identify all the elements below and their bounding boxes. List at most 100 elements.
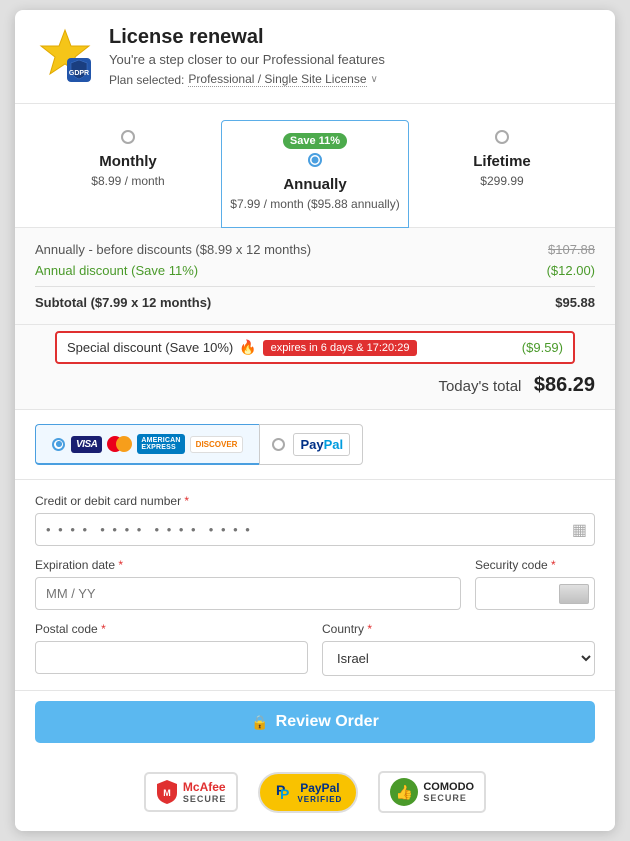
lifetime-tab-name: Lifetime (417, 153, 587, 170)
fire-icon: 🔥 (239, 339, 256, 356)
expiry-security-row: Expiration date * Security code * (35, 558, 595, 610)
annually-tab-price: $7.99 / month ($95.88 annually) (230, 197, 399, 211)
paypal-verified-top: PayPal (300, 781, 339, 795)
license-renewal-card: GDPR License renewal You're a step close… (15, 10, 615, 831)
svg-text:GDPR: GDPR (69, 70, 89, 77)
security-card-icon (559, 584, 589, 604)
total-section: Today's total $86.29 (15, 364, 615, 410)
mcafee-sub: SECURE (183, 794, 227, 804)
security-input-wrapper (475, 577, 595, 610)
postal-country-row: Postal code * Country * Israel United St… (35, 622, 595, 676)
special-discount-wrapper: Special discount (Save 10%) 🔥 expires in… (15, 325, 615, 364)
cc-radio (52, 438, 65, 451)
annual-discount-row: Annual discount (Save 11%) ($12.00) (35, 263, 595, 278)
product-icon: GDPR (35, 26, 95, 86)
payment-section: VISA AMERICANEXPRESS DISCOVER PayPal (15, 410, 615, 480)
payment-tab-paypal[interactable]: PayPal (259, 424, 363, 465)
special-discount-label: Special discount (Save 10%) (67, 340, 233, 355)
header-text: License renewal You're a step closer to … (109, 26, 385, 87)
plan-tabs: Monthly $8.99 / month Save 11% Annually … (15, 104, 615, 228)
page-title: License renewal (109, 26, 385, 49)
mcafee-text: McAfee SECURE (183, 780, 227, 804)
card-required: * (184, 494, 189, 508)
header-subtitle: You're a step closer to our Professional… (109, 52, 385, 67)
paypal-logo: PayPal (293, 433, 350, 456)
lifetime-tab-price: $299.99 (480, 174, 523, 188)
postal-label: Postal code * (35, 622, 308, 636)
monthly-tab-price: $8.99 / month (91, 174, 164, 188)
annual-discount-amount: ($12.00) (547, 263, 595, 278)
expires-badge: expires in 6 days & 17:20:29 (263, 340, 418, 356)
card-number-label: Credit or debit card number * (35, 494, 595, 508)
review-section: 🔒 Review Order (15, 691, 615, 757)
cc-logos: VISA AMERICANEXPRESS DISCOVER (71, 434, 243, 454)
expiry-label: Expiration date * (35, 558, 461, 572)
visa-logo: VISA (71, 436, 102, 453)
subtotal-amount: $95.88 (555, 295, 595, 310)
paypal-verified-badge: P P PayPal VERIFIED (258, 772, 358, 813)
postal-group: Postal code * (35, 622, 308, 676)
subtotal-label: Subtotal ($7.99 x 12 months) (35, 295, 211, 310)
plan-tab-lifetime[interactable]: Lifetime $299.99 (409, 120, 595, 227)
before-discount-label: Annually - before discounts ($8.99 x 12 … (35, 242, 311, 257)
postal-input[interactable] (35, 641, 308, 674)
comodo-badge: 👍 COMODO SECURE (378, 771, 486, 813)
pricing-section: Annually - before discounts ($8.99 x 12 … (15, 228, 615, 325)
chevron-down-icon: ∨ (371, 74, 378, 85)
before-discount-row: Annually - before discounts ($8.99 x 12 … (35, 242, 595, 257)
comodo-text: COMODO SECURE (423, 781, 474, 803)
plan-tab-monthly[interactable]: Monthly $8.99 / month (35, 120, 221, 227)
plan-selected-value[interactable]: Professional / Single Site License (188, 72, 366, 87)
security-group: Security code * (475, 558, 595, 610)
card-type-icon: ▦ (572, 520, 587, 540)
special-discount-amount: ($9.59) (522, 340, 563, 355)
lifetime-radio (495, 130, 509, 144)
country-select[interactable]: Israel United States United Kingdom Germ… (322, 641, 595, 676)
subtotal-row: Subtotal ($7.99 x 12 months) $95.88 (35, 295, 595, 310)
mcafee-shield-icon: M (156, 779, 178, 805)
plan-selected: Plan selected: Professional / Single Sit… (109, 72, 385, 87)
country-label: Country * (322, 622, 595, 636)
special-discount-box: Special discount (Save 10%) 🔥 expires in… (55, 331, 575, 364)
svg-text:P: P (280, 786, 289, 801)
expiry-group: Expiration date * (35, 558, 461, 610)
paypal-pp-icon: P P (274, 779, 292, 806)
total-label: Today's total (438, 378, 521, 395)
country-group: Country * Israel United States United Ki… (322, 622, 595, 676)
card-input-wrapper: ▦ (35, 513, 595, 546)
security-label: Security code * (475, 558, 595, 572)
annually-badge: Save 11% (283, 133, 347, 149)
total-amount: $86.29 (534, 374, 595, 396)
amex-logo: AMERICANEXPRESS (137, 434, 184, 454)
plan-tab-annually[interactable]: Save 11% Annually $7.99 / month ($95.88 … (221, 120, 409, 228)
card-number-input[interactable] (35, 513, 595, 546)
monthly-tab-name: Monthly (43, 153, 213, 170)
review-button-label: Review Order (276, 713, 379, 731)
paypal-verified-bot: VERIFIED (297, 795, 342, 804)
card-number-group: Credit or debit card number * ▦ (35, 494, 595, 546)
expiry-input[interactable] (35, 577, 461, 610)
paypal-verified-text: PayPal VERIFIED (297, 781, 342, 804)
before-discount-amount: $107.88 (548, 242, 595, 257)
trust-badges: M McAfee SECURE P P PayPal VERIFIED (15, 757, 615, 831)
annually-radio (308, 153, 322, 167)
annually-tab-name: Annually (230, 176, 400, 193)
payment-tabs: VISA AMERICANEXPRESS DISCOVER PayPal (35, 424, 595, 465)
review-order-button[interactable]: 🔒 Review Order (35, 701, 595, 743)
mcafee-name: McAfee (183, 780, 227, 794)
comodo-name: COMODO (423, 781, 474, 793)
mcafee-badge: M McAfee SECURE (144, 772, 239, 812)
card-number-row: Credit or debit card number * ▦ (35, 494, 595, 546)
header: GDPR License renewal You're a step close… (15, 10, 615, 104)
payment-tab-credit-card[interactable]: VISA AMERICANEXPRESS DISCOVER (35, 424, 259, 465)
monthly-radio (121, 130, 135, 144)
svg-text:M: M (163, 788, 171, 798)
discover-logo: DISCOVER (190, 436, 244, 453)
discount-left: Special discount (Save 10%) 🔥 expires in… (67, 339, 417, 356)
annual-discount-label: Annual discount (Save 11%) (35, 263, 198, 278)
plan-selected-label: Plan selected: (109, 73, 184, 87)
cc-tab-inner: VISA AMERICANEXPRESS DISCOVER (52, 434, 243, 454)
lock-icon: 🔒 (251, 714, 268, 731)
mastercard-logo (107, 436, 132, 452)
form-section: Credit or debit card number * ▦ Expirati… (15, 480, 615, 691)
